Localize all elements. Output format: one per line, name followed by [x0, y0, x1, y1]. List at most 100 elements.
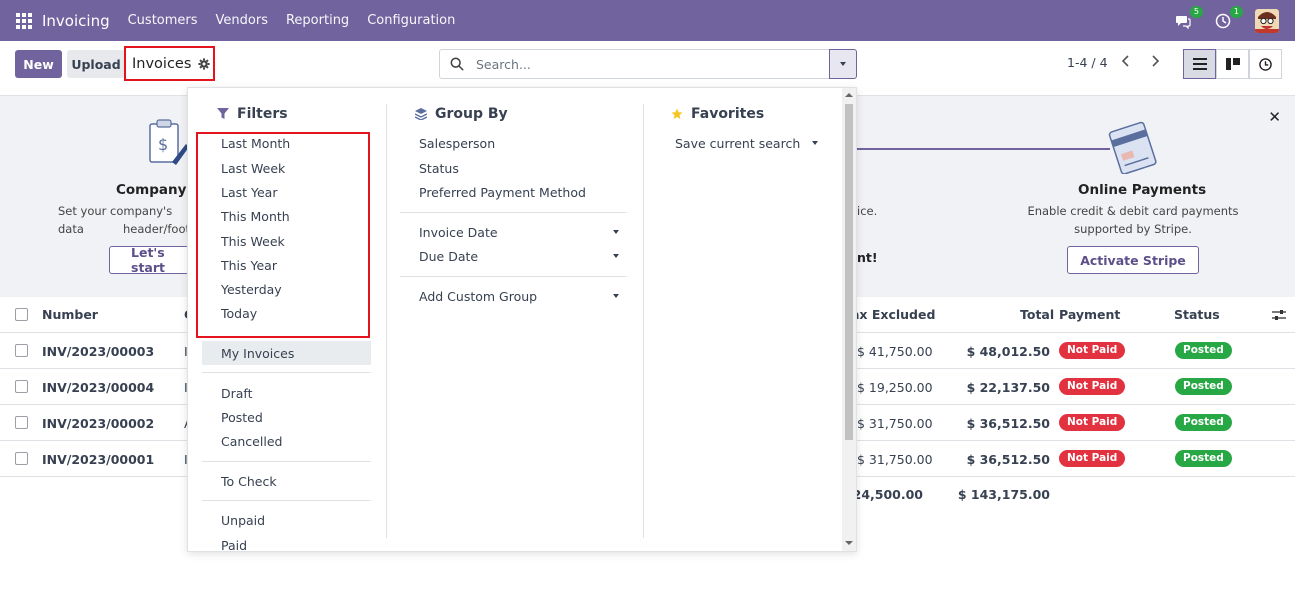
invoice-number: INV/2023/00002 — [42, 416, 155, 431]
online-payments-desc-2: supported by Stripe. — [1074, 222, 1192, 236]
menu-reporting[interactable]: Reporting — [286, 13, 349, 28]
user-avatar[interactable] — [1255, 8, 1279, 33]
tax-excluded-cell: $ 31,750.00 — [857, 452, 933, 467]
grand-total: $ 143,175.00 — [957, 487, 1050, 502]
filters-header: Filters — [217, 106, 288, 122]
caret-down-icon[interactable] — [812, 141, 818, 145]
messages-icon[interactable]: 5 — [1175, 5, 1203, 29]
scrollbar-thumb[interactable] — [845, 104, 853, 440]
dropdown-scrollbar[interactable] — [842, 88, 856, 551]
pager-next[interactable] — [1147, 53, 1163, 69]
status-badge: Posted — [1175, 342, 1232, 359]
total-cell: $ 36,512.50 — [966, 416, 1050, 431]
payment-badge: Not Paid — [1059, 414, 1126, 431]
groupby-header: Group By — [415, 106, 508, 122]
gear-icon[interactable] — [198, 57, 211, 70]
upload-button[interactable]: Upload — [67, 50, 125, 78]
groupby-title: Group By — [435, 106, 508, 122]
activity-view-button[interactable] — [1249, 49, 1282, 79]
search-input[interactable]: Search... — [439, 49, 830, 79]
row-checkbox[interactable] — [15, 452, 28, 465]
pager-previous[interactable] — [1118, 53, 1134, 69]
scroll-up-icon[interactable] — [845, 93, 853, 97]
caret-down-icon[interactable] — [613, 254, 619, 258]
activities-icon[interactable]: 1 — [1215, 5, 1243, 29]
activate-stripe-button[interactable]: Activate Stripe — [1067, 246, 1199, 274]
payment-badge: Not Paid — [1059, 378, 1126, 395]
column-divider — [386, 104, 387, 538]
groupby-salesperson[interactable]: Salesperson — [419, 136, 495, 151]
search-options-toggle[interactable] — [829, 49, 857, 79]
filter-unpaid[interactable]: Unpaid — [221, 513, 265, 528]
star-icon — [671, 108, 683, 119]
filter-my-invoices[interactable]: My Invoices — [221, 346, 294, 361]
col-number[interactable]: Number — [42, 307, 98, 322]
credit-card-icon — [1108, 121, 1157, 174]
row-checkbox[interactable] — [15, 416, 28, 429]
filter-paid[interactable]: Paid — [221, 538, 247, 551]
filter-draft[interactable]: Draft — [221, 386, 253, 401]
status-badge: Posted — [1175, 450, 1232, 467]
menu-vendors[interactable]: Vendors — [216, 13, 268, 28]
add-custom-group[interactable]: Add Custom Group — [419, 289, 537, 304]
menu-configuration[interactable]: Configuration — [367, 13, 455, 28]
column-settings-icon[interactable] — [1272, 308, 1286, 322]
col-tax-excluded[interactable]: ax Excluded — [851, 307, 935, 322]
invoice-number: INV/2023/00003 — [42, 344, 155, 359]
payment-badge: Not Paid — [1059, 342, 1126, 359]
breadcrumb: Invoices — [124, 46, 215, 81]
col-status[interactable]: Status — [1174, 307, 1220, 322]
layers-icon — [415, 108, 427, 120]
caret-down-icon[interactable] — [613, 294, 619, 298]
save-current-search[interactable]: Save current search — [675, 136, 800, 151]
filter-to-check[interactable]: To Check — [221, 474, 277, 489]
app-name[interactable]: Invoicing — [42, 12, 110, 30]
groupby-status[interactable]: Status — [419, 161, 459, 176]
mid-step-desc: ice. — [857, 204, 878, 218]
row-checkbox[interactable] — [15, 380, 28, 393]
close-icon[interactable]: ✕ — [1268, 108, 1281, 126]
col-total[interactable]: Total — [1020, 307, 1054, 322]
lets-start-button[interactable]: Let's start — [109, 245, 189, 275]
groupby-separator — [400, 276, 627, 277]
col-payment[interactable]: Payment — [1059, 307, 1120, 322]
total-cell: $ 48,012.50 — [966, 344, 1050, 359]
messages-badge: 5 — [1189, 5, 1203, 18]
filter-cancelled[interactable]: Cancelled — [221, 434, 282, 449]
groupby-invoice-date[interactable]: Invoice Date — [419, 225, 498, 240]
apps-menu-icon[interactable] — [16, 12, 32, 29]
invoice-number: INV/2023/00004 — [42, 380, 155, 395]
invoice-number: INV/2023/00001 — [42, 452, 155, 467]
filters-separator — [202, 372, 371, 373]
scroll-down-icon[interactable] — [845, 541, 853, 545]
groupby-due-date[interactable]: Due Date — [419, 249, 478, 264]
progress-line — [856, 148, 1110, 150]
groupby-payment-method[interactable]: Preferred Payment Method — [419, 185, 586, 200]
clock-icon — [1259, 57, 1272, 71]
favorites-title: Favorites — [691, 106, 765, 122]
row-checkbox[interactable] — [15, 344, 28, 357]
top-navbar: Invoicing Customers Vendors Reporting Co… — [0, 0, 1295, 41]
list-view-button[interactable] — [1183, 49, 1216, 79]
payment-badge: Not Paid — [1059, 450, 1126, 467]
menu-customers[interactable]: Customers — [128, 13, 198, 28]
kanban-view-button[interactable] — [1216, 49, 1249, 79]
search-placeholder: Search... — [476, 56, 531, 72]
select-all-checkbox[interactable] — [15, 308, 28, 321]
invoice-illustration-icon: $ — [149, 119, 189, 165]
company-data-desc-2: header/foot — [123, 222, 191, 236]
pager-value[interactable]: 1-4 / 4 — [1067, 55, 1108, 70]
new-button[interactable]: New — [15, 50, 62, 78]
activities-badge: 1 — [1229, 5, 1243, 18]
online-payments-desc-1: Enable credit & debit card payments — [1027, 204, 1239, 218]
filter-posted[interactable]: Posted — [221, 410, 263, 425]
mid-step-cta[interactable]: nt! — [857, 249, 887, 267]
column-divider — [643, 104, 644, 538]
online-payments-title: Online Payments — [1078, 182, 1207, 198]
filters-title: Filters — [237, 106, 288, 122]
kanban-icon — [1225, 58, 1240, 70]
breadcrumb-title: Invoices — [132, 55, 192, 72]
view-switcher — [1183, 49, 1282, 79]
total-cell: $ 22,137.50 — [966, 380, 1050, 395]
caret-down-icon[interactable] — [613, 230, 619, 234]
